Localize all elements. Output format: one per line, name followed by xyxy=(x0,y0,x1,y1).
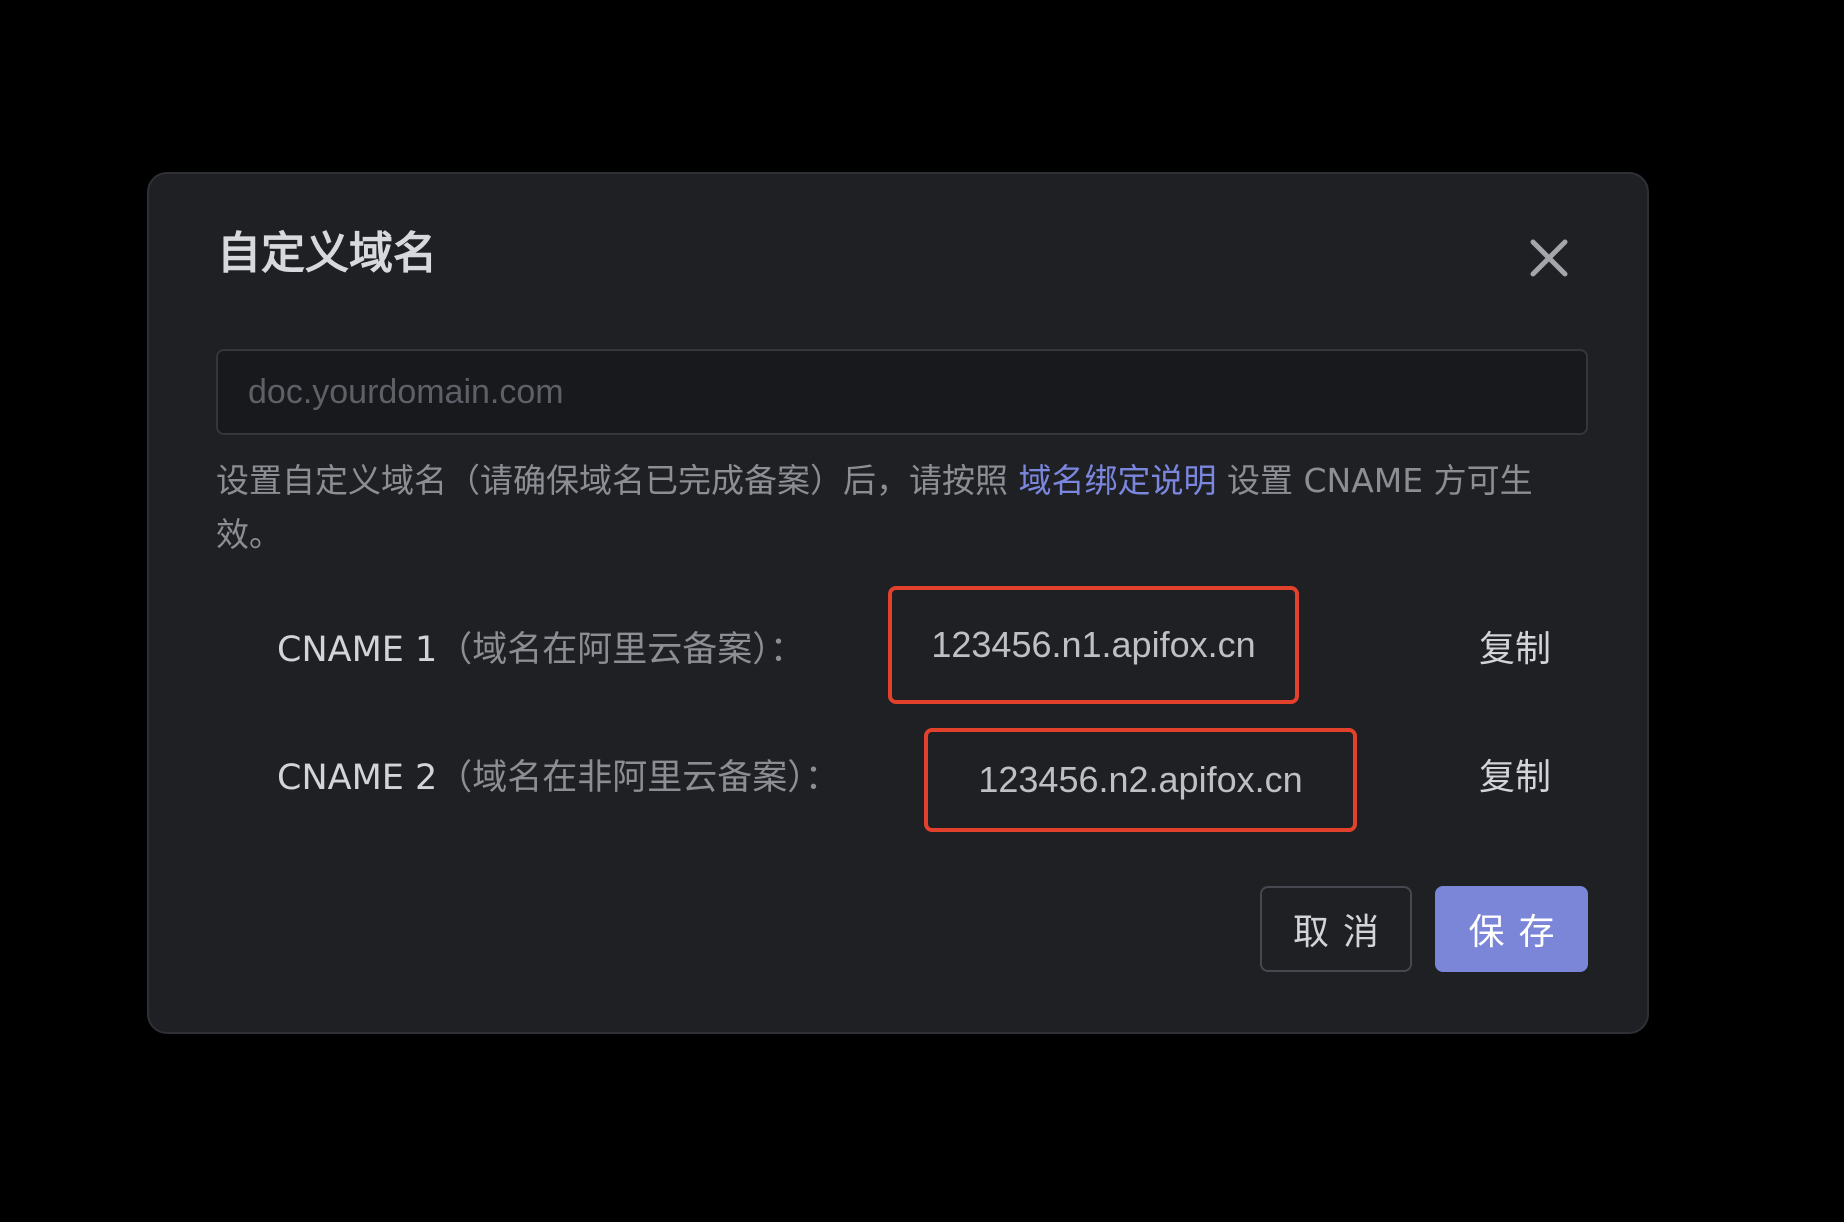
domain-input[interactable] xyxy=(216,349,1588,435)
cname-1-label-main: CNAME 1 xyxy=(277,630,438,670)
cname-1-value: 123456.n1.apifox.cn xyxy=(888,586,1299,704)
cancel-button[interactable]: 取消 xyxy=(1260,886,1412,972)
custom-domain-dialog: 自定义域名 设置自定义域名（请确保域名已完成备案）后，请按照 域名绑定说明 设置… xyxy=(147,172,1649,1034)
cname-2-label: CNAME 2（域名在非阿里云备案）： xyxy=(277,753,840,803)
cname-1-copy-button[interactable]: 复制 xyxy=(1479,625,1551,675)
dialog-title: 自定义域名 xyxy=(217,228,437,279)
domain-binding-guide-link[interactable]: 域名绑定说明 xyxy=(1019,461,1217,500)
cname-2-label-main: CNAME 2 xyxy=(277,758,438,798)
cname-2-copy-button[interactable]: 复制 xyxy=(1479,753,1551,803)
close-icon[interactable] xyxy=(1521,230,1577,286)
cname-1-label-sub: （域名在阿里云备案）： xyxy=(437,630,805,670)
description-prefix: 设置自定义域名（请确保域名已完成备案）后，请按照 xyxy=(216,461,1019,500)
cname-2-label-sub: （域名在非阿里云备案）： xyxy=(437,758,840,798)
save-button[interactable]: 保存 xyxy=(1435,886,1588,972)
description-text: 设置自定义域名（请确保域名已完成备案）后，请按照 域名绑定说明 设置 CNAME… xyxy=(216,454,1596,562)
cname-2-value: 123456.n2.apifox.cn xyxy=(924,728,1357,832)
cname-1-label: CNAME 1（域名在阿里云备案）： xyxy=(277,625,805,675)
